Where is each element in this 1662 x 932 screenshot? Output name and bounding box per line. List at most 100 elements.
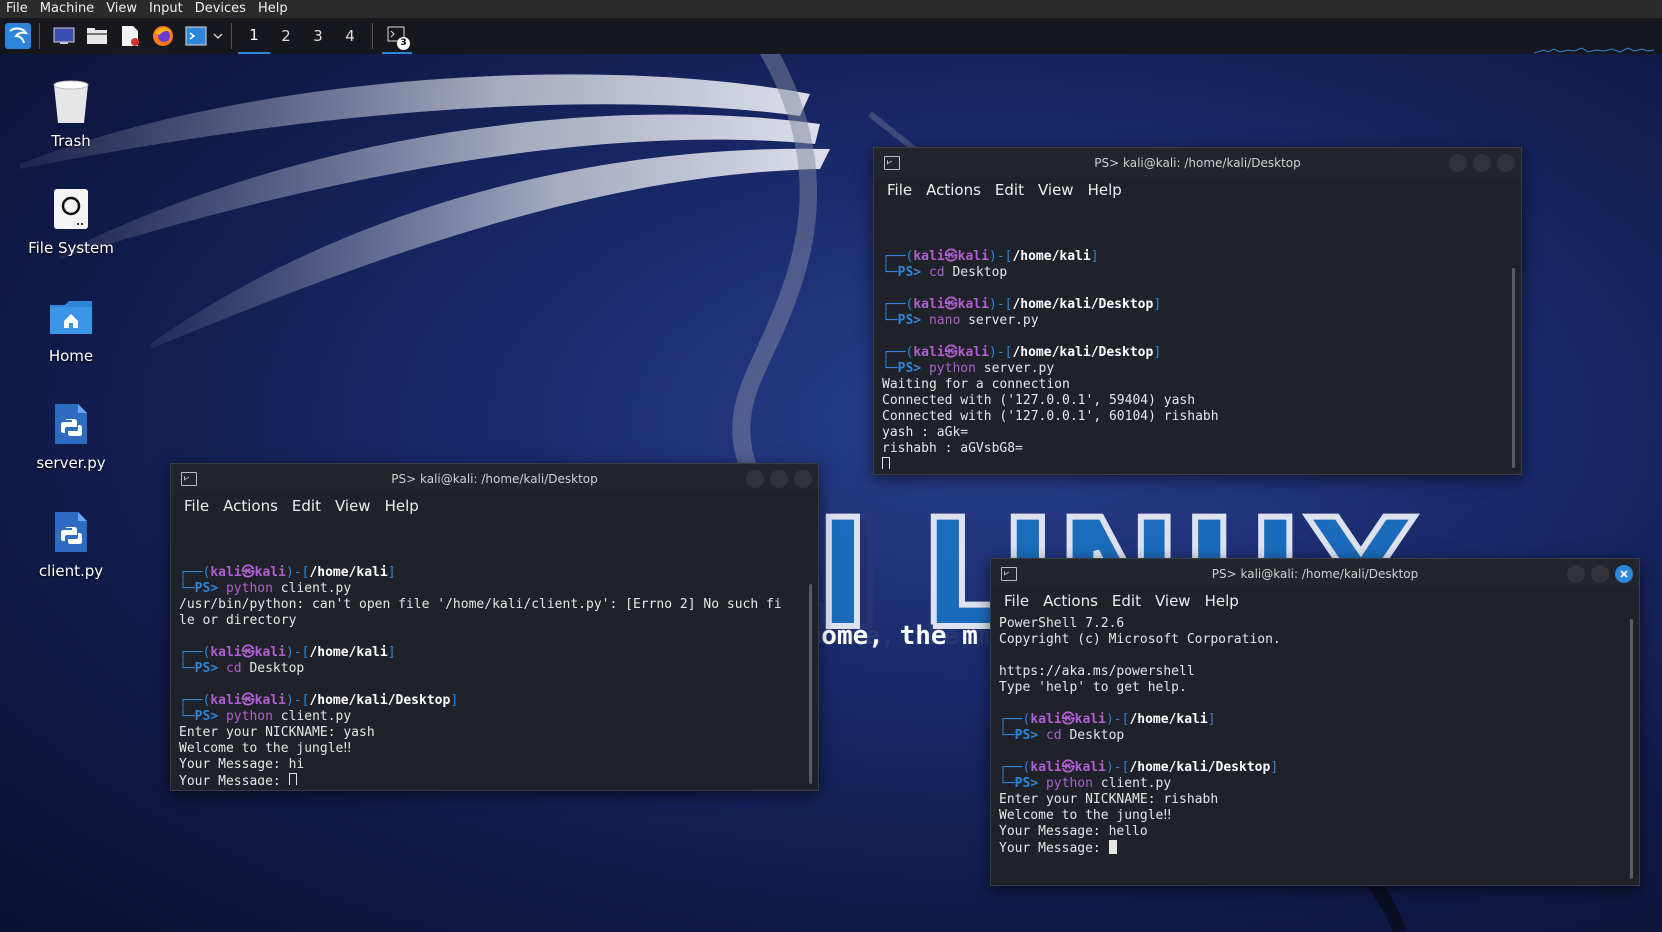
menu-view[interactable]: View — [328, 497, 378, 515]
menu-file[interactable]: File — [880, 181, 919, 199]
menu-help[interactable]: Help — [1198, 592, 1246, 610]
terminal-output[interactable]: ┌──(kali㉿kali)-[/home/kali] └─PS> cd Desk… — [882, 233, 1503, 469]
input-line[interactable]: Your Message: — [999, 840, 1621, 856]
vbox-menu-file[interactable]: File — [0, 0, 34, 18]
prompt-host: kali — [1074, 760, 1106, 775]
firefox-icon[interactable] — [148, 21, 178, 51]
command-args: server.py — [975, 361, 1055, 376]
text-cursor — [288, 773, 297, 785]
prompt-frame: ┌──( — [179, 645, 211, 660]
taskbar-terminal-group[interactable]: 3 — [382, 18, 412, 54]
prompt-frame: └─ — [179, 661, 195, 676]
prompt-at: ㉿ — [944, 297, 958, 312]
scrollbar[interactable] — [1512, 268, 1515, 468]
prompt-host: kali — [957, 249, 989, 264]
python-file-icon — [47, 400, 95, 448]
menu-actions[interactable]: Actions — [919, 181, 988, 199]
menu-actions[interactable]: Actions — [216, 497, 285, 515]
window-titlebar[interactable]: PS> kali@kali: /home/kali/Desktop — [991, 559, 1639, 589]
desktop-icon-file-system[interactable]: File System — [16, 185, 126, 257]
prompt-dir: /home/kali — [309, 645, 388, 660]
command-name: cd — [1045, 728, 1062, 743]
prompt-frame: )-[ — [1105, 712, 1130, 727]
output-line: Type 'help' to get help. — [999, 680, 1187, 695]
window-titlebar[interactable]: PS> kali@kali: /home/kali/Desktop — [874, 148, 1521, 178]
terminal-output[interactable]: PowerShell 7.2.6 Copyright (c) Microsoft … — [999, 616, 1621, 880]
menu-file[interactable]: File — [997, 592, 1036, 610]
close-button[interactable] — [794, 470, 812, 488]
prompt-frame: )-[ — [988, 345, 1013, 360]
vbox-menu-view[interactable]: View — [100, 0, 143, 18]
workspace-2[interactable]: 2 — [270, 18, 302, 54]
trash-icon — [47, 78, 95, 126]
maximize-button[interactable] — [1591, 565, 1609, 583]
minimize-button[interactable] — [746, 470, 764, 488]
menu-view[interactable]: View — [1148, 592, 1198, 610]
prompt-frame: ] — [1153, 297, 1162, 312]
menu-view[interactable]: View — [1031, 181, 1081, 199]
terminal-launcher-icon[interactable] — [181, 21, 211, 51]
chevron-down-icon[interactable] — [211, 21, 225, 51]
desktop-icon-server-py[interactable]: server.py — [16, 400, 126, 472]
maximize-button[interactable] — [770, 470, 788, 488]
terminal-output[interactable]: ┌──(kali㉿kali)-[/home/kali] └─PS> python … — [179, 549, 804, 785]
vbox-menubar: File Machine View Input Devices Help — [0, 0, 1662, 18]
desktop-icon-trash[interactable]: Trash — [16, 78, 126, 150]
prompt-line: ┌──(kali㉿kali)-[/home/kali/Desktop] — [882, 345, 1503, 361]
command-args: Desktop — [944, 265, 1008, 280]
show-desktop-icon[interactable] — [49, 21, 79, 51]
workspace-1[interactable]: 1 — [238, 18, 270, 54]
workspace-3[interactable]: 3 — [302, 18, 334, 54]
prompt-dir: /home/kali — [1012, 249, 1091, 264]
terminal-window-client-rishabh[interactable]: PS> kali@kali: /home/kali/Desktop File A… — [990, 558, 1640, 886]
input-line[interactable]: Your Message: — [179, 773, 804, 785]
prompt-ps: PS> — [194, 581, 226, 596]
window-titlebar[interactable]: PS> kali@kali: /home/kali/Desktop — [171, 464, 818, 494]
prompt-at: ㉿ — [944, 345, 958, 360]
vbox-menu-help[interactable]: Help — [252, 0, 294, 18]
close-icon — [1620, 570, 1628, 578]
terminal-icon — [1001, 567, 1017, 581]
workspace-4[interactable]: 4 — [334, 18, 366, 54]
window-count-badge: 3 — [397, 37, 410, 50]
terminal-window-client-yash[interactable]: PS> kali@kali: /home/kali/Desktop File A… — [170, 463, 819, 791]
prompt-line: ┌──(kali㉿kali)-[/home/kali/Desktop] — [882, 297, 1503, 313]
vbox-menu-machine[interactable]: Machine — [34, 0, 100, 18]
close-button[interactable] — [1497, 154, 1515, 172]
prompt-dir: /home/kali/Desktop — [309, 693, 451, 708]
menu-help[interactable]: Help — [1081, 181, 1129, 199]
output-line: Connected with ('127.0.0.1', 59404) yash — [882, 393, 1196, 408]
minimize-button[interactable] — [1449, 154, 1467, 172]
prompt-frame: └─ — [179, 581, 195, 596]
output-line: Enter your NICKNAME: yash — [179, 725, 375, 740]
menu-help[interactable]: Help — [378, 497, 426, 515]
menu-edit[interactable]: Edit — [1105, 592, 1148, 610]
file-manager-icon[interactable] — [82, 21, 112, 51]
menu-file[interactable]: File — [177, 497, 216, 515]
scrollbar[interactable] — [809, 584, 812, 784]
close-button[interactable] — [1615, 565, 1633, 583]
prompt-host: kali — [254, 693, 286, 708]
command-line: └─PS> python client.py — [179, 581, 804, 597]
scrollbar[interactable] — [1630, 619, 1633, 879]
minimize-button[interactable] — [1567, 565, 1585, 583]
prompt-frame: ┌──( — [882, 297, 914, 312]
terminal-window-server[interactable]: PS> kali@kali: /home/kali/Desktop File A… — [873, 147, 1522, 475]
input-line[interactable] — [882, 457, 1503, 469]
menu-edit[interactable]: Edit — [285, 497, 328, 515]
text-editor-icon[interactable] — [115, 21, 145, 51]
command-args: client.py — [272, 709, 352, 724]
desktop-icon-home[interactable]: Home — [16, 293, 126, 365]
maximize-button[interactable] — [1473, 154, 1491, 172]
drive-icon — [47, 185, 95, 233]
output-line: /usr/bin/python: can't open file '/home/… — [179, 597, 782, 612]
command-name: python — [225, 709, 273, 724]
menu-edit[interactable]: Edit — [988, 181, 1031, 199]
kali-menu-icon[interactable] — [3, 21, 33, 51]
terminal-menubar: File Actions Edit View Help — [171, 494, 818, 518]
menu-actions[interactable]: Actions — [1036, 592, 1105, 610]
vbox-menu-input[interactable]: Input — [143, 0, 189, 18]
desktop-icon-client-py[interactable]: client.py — [16, 508, 126, 580]
vbox-menu-devices[interactable]: Devices — [189, 0, 252, 18]
